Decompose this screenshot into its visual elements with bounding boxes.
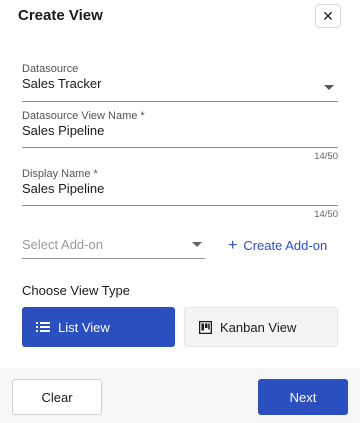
- display-name-label: Display Name *: [22, 168, 98, 180]
- next-button[interactable]: Next: [258, 379, 348, 415]
- plus-icon: +: [228, 237, 238, 254]
- kanban-icon: [199, 320, 212, 334]
- display-name-counter: 14/50: [314, 209, 338, 220]
- display-name-underline: [22, 205, 338, 206]
- close-icon: ✕: [322, 7, 334, 24]
- view-type-label: Choose View Type: [22, 283, 130, 298]
- datasource-view-name-counter: 14/50: [314, 151, 338, 162]
- datasource-select[interactable]: Datasource Sales Tracker: [22, 63, 338, 103]
- datasource-view-name-field[interactable]: Datasource View Name * Sales Pipeline 14…: [22, 110, 338, 165]
- dialog-title: Create View: [18, 7, 103, 24]
- datasource-view-name-underline: [22, 147, 338, 148]
- list-icon: [36, 321, 50, 333]
- clear-button[interactable]: Clear: [12, 379, 102, 415]
- datasource-view-name-input[interactable]: Sales Pipeline: [22, 123, 338, 138]
- chevron-down-icon: [192, 242, 202, 247]
- dialog-footer: Clear Next: [0, 368, 360, 423]
- addon-underline: [22, 258, 205, 259]
- datasource-value: Sales Tracker: [22, 76, 102, 91]
- addon-select[interactable]: Select Add-on: [22, 237, 205, 259]
- addon-placeholder: Select Add-on: [22, 237, 103, 252]
- create-view-dialog: Create View ✕ Datasource Sales Tracker D…: [0, 0, 360, 423]
- list-view-button[interactable]: List View: [22, 307, 175, 347]
- kanban-view-label: Kanban View: [220, 319, 297, 335]
- close-button[interactable]: ✕: [315, 4, 341, 28]
- datasource-view-name-label: Datasource View Name *: [22, 110, 145, 122]
- create-addon-button[interactable]: + Create Add-on: [228, 237, 328, 254]
- display-name-field[interactable]: Display Name * Sales Pipeline 14/50: [22, 168, 338, 223]
- list-view-label: List View: [58, 319, 110, 335]
- create-addon-label: Create Add-on: [243, 238, 328, 253]
- chevron-down-icon: [324, 85, 334, 90]
- datasource-underline: [22, 101, 338, 102]
- kanban-view-button[interactable]: Kanban View: [184, 307, 338, 347]
- display-name-input[interactable]: Sales Pipeline: [22, 181, 338, 196]
- datasource-label: Datasource: [22, 63, 79, 75]
